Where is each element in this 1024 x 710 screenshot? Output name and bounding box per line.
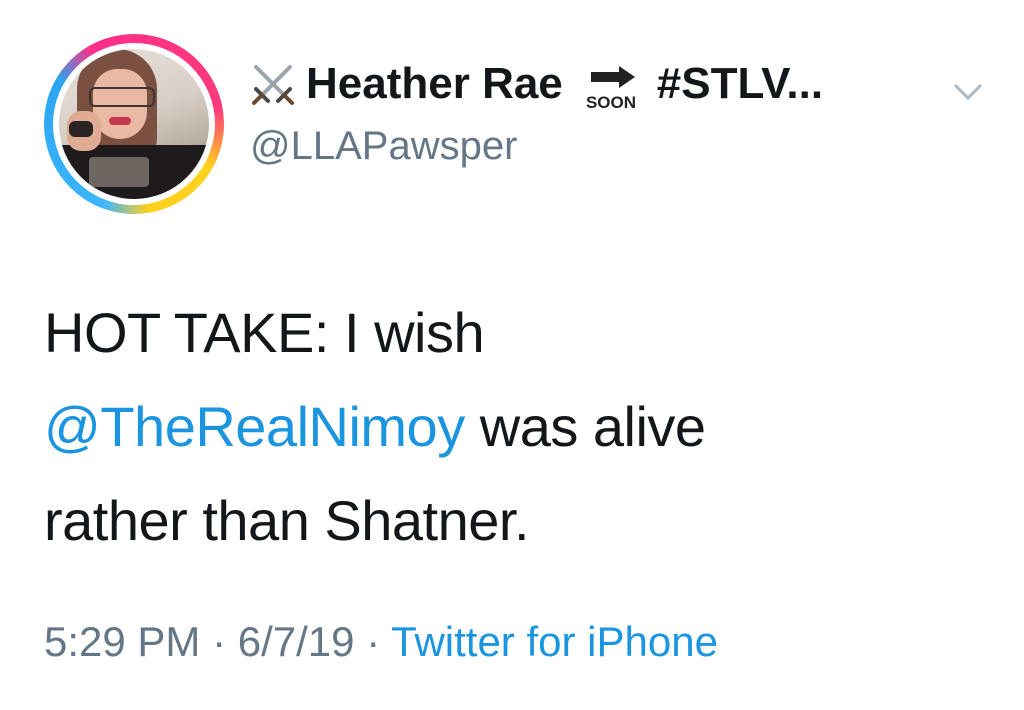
tweet-line-2-rest: was alive [464, 395, 706, 458]
tweet-source-link[interactable]: Twitter for iPhone [391, 618, 718, 665]
svg-text:SOON: SOON [586, 93, 636, 112]
avatar-border [53, 43, 215, 205]
mention-link[interactable]: @TheRealNimoy [44, 395, 465, 458]
tweet-text: HOT TAKE: I wish @TheRealNimoy was alive… [44, 286, 974, 568]
tweet-line-2: @TheRealNimoy was alive [44, 380, 974, 474]
tweet-line-1: HOT TAKE: I wish [44, 301, 485, 364]
tweet-date[interactable]: 6/7/19 [238, 618, 355, 665]
author-name-hashtag[interactable]: #STLV... [657, 59, 823, 109]
tweet-line-3: rather than Shatner. [44, 489, 530, 552]
avatar-photo [59, 49, 209, 199]
author-display-name[interactable]: Heather Rae [306, 59, 563, 109]
meta-separator: · [354, 618, 392, 665]
avatar[interactable] [44, 34, 224, 214]
tweet-meta: 5:29 PM · 6/7/19 · Twitter for iPhone [44, 618, 718, 666]
crossed-swords-icon [252, 65, 294, 105]
meta-separator: · [200, 618, 238, 665]
author-name-row[interactable]: Heather Rae SOON #STLV... [250, 58, 823, 112]
soon-arrow-icon: SOON [586, 66, 636, 112]
tweet-card: Heather Rae SOON #STLV... @LLAPawsper HO… [0, 0, 1024, 710]
tweet-time[interactable]: 5:29 PM [44, 618, 200, 665]
author-handle[interactable]: @LLAPawsper [250, 124, 517, 169]
chevron-down-icon[interactable] [950, 80, 986, 104]
